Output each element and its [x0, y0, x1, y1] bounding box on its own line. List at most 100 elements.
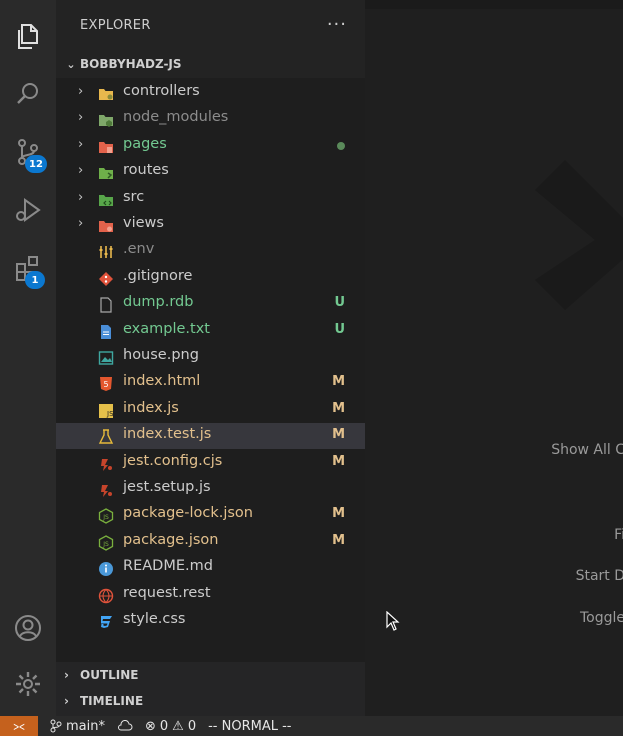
- chevron-right-icon: ›: [78, 163, 84, 179]
- remote-indicator[interactable]: ⪥: [0, 716, 38, 736]
- tree-item-label: controllers: [123, 83, 200, 99]
- git-status-badge: U: [334, 321, 345, 337]
- tree-file-item[interactable]: request.rest: [56, 582, 365, 608]
- tree-item-label: jest.config.cjs: [123, 452, 223, 469]
- gear-icon: [16, 672, 40, 696]
- editor-top-strip: [365, 0, 623, 9]
- activity-run-debug[interactable]: [0, 182, 56, 238]
- file-type-icon: [98, 456, 114, 472]
- hint-find-file: Fi: [614, 527, 623, 543]
- file-type-icon: JS: [98, 508, 114, 525]
- tree-item-label: example.txt: [123, 320, 210, 337]
- tree-item-label: index.test.js: [123, 426, 212, 443]
- tree-file-item[interactable]: JS package-lock.json M: [56, 502, 365, 528]
- tree-file-item[interactable]: 5 index.html M: [56, 370, 365, 396]
- chevron-right-icon: ›: [78, 84, 84, 99]
- extensions-badge: 1: [25, 271, 45, 289]
- file-type-icon: [98, 429, 114, 445]
- branch-icon: [50, 719, 62, 733]
- tree-folder-item[interactable]: › views: [56, 212, 365, 238]
- hint-show-all-commands: Show All C: [551, 442, 623, 458]
- workspace-folder-header[interactable]: ⌄ BOBBYHADZ-JS: [56, 50, 365, 78]
- chevron-right-icon: ›: [78, 216, 84, 231]
- git-status-badge: U: [334, 295, 345, 311]
- file-type-icon: [98, 244, 114, 260]
- git-status-badge: M: [332, 506, 345, 522]
- branch-name: main*: [66, 718, 105, 734]
- git-status-badge: M: [332, 453, 345, 469]
- tree-item-label: routes: [123, 162, 169, 179]
- cloud-sync-icon: [118, 720, 133, 731]
- file-type-icon: [98, 324, 114, 340]
- more-actions-icon[interactable]: ···: [327, 14, 347, 35]
- tree-file-item[interactable]: style.css: [56, 608, 365, 634]
- editor-area: Show All C Fi Start D Toggle: [365, 0, 623, 716]
- file-type-icon: JS: [98, 403, 114, 419]
- tree-item-label: node_modules: [123, 109, 229, 126]
- tree-item-label: package.json: [123, 531, 219, 548]
- tree-file-item[interactable]: JS package.json M: [56, 529, 365, 555]
- tree-item-label: index.html: [123, 373, 201, 390]
- timeline-panel-header[interactable]: › TIMELINE: [56, 688, 365, 714]
- tree-file-item[interactable]: .gitignore: [56, 265, 365, 291]
- folder-icon: [98, 165, 114, 181]
- tree-file-item[interactable]: JS index.js M: [56, 397, 365, 423]
- file-type-icon: [98, 297, 114, 313]
- activity-explorer[interactable]: [0, 8, 56, 64]
- activity-manage[interactable]: [0, 656, 56, 712]
- remote-icon: ⪥: [13, 718, 25, 734]
- activity-search[interactable]: [0, 66, 56, 122]
- tree-folder-item[interactable]: › node_modules: [56, 106, 365, 132]
- tree-item-label: dump.rdb: [123, 294, 194, 311]
- tree-folder-item[interactable]: › routes: [56, 159, 365, 185]
- warning-icon: ⚠: [172, 718, 184, 734]
- tree-file-item[interactable]: README.md: [56, 555, 365, 581]
- file-type-icon: [98, 614, 114, 630]
- tree-folder-item[interactable]: › controllers: [56, 80, 365, 106]
- tree-item-label: jest.setup.js: [123, 479, 211, 495]
- chevron-right-icon: ›: [64, 694, 69, 708]
- svg-text:5: 5: [103, 380, 108, 389]
- tree-item-label: house.png: [123, 347, 199, 363]
- svg-text:JS: JS: [106, 410, 114, 418]
- git-status-badge: M: [332, 532, 345, 548]
- file-tree: ⌄ BOBBYHADZ-JS › controllers › node_modules…: [56, 50, 365, 662]
- chevron-right-icon: ›: [78, 189, 84, 205]
- tree-item-label: src: [123, 188, 145, 205]
- tree-file-item[interactable]: dump.rdb U: [56, 291, 365, 317]
- activity-source-control[interactable]: 12: [0, 124, 56, 180]
- tree-item-label: pages: [123, 135, 167, 152]
- tree-file-item[interactable]: .env: [56, 238, 365, 264]
- file-type-icon: JS: [98, 535, 114, 551]
- outline-label: OUTLINE: [80, 668, 139, 682]
- tree-file-item[interactable]: house.png: [56, 344, 365, 370]
- files-icon: [18, 24, 38, 49]
- tree-file-item[interactable]: index.test.js M: [56, 423, 365, 450]
- vim-mode-label: -- NORMAL --: [208, 718, 292, 734]
- warning-count: 0: [187, 718, 197, 734]
- branch-indicator[interactable]: main*: [50, 719, 105, 734]
- activity-bar: 12 1: [0, 0, 56, 716]
- tree-item-label: style.css: [123, 611, 186, 627]
- tree-item-label: .env: [123, 241, 155, 258]
- tree-item-label: request.rest: [123, 584, 211, 601]
- explorer-sidebar: EXPLORER ··· ⌄ BOBBYHADZ-JS › controllers…: [56, 0, 365, 716]
- activity-accounts[interactable]: [0, 600, 56, 656]
- tree-file-item[interactable]: example.txt U: [56, 318, 365, 344]
- tree-file-item[interactable]: jest.config.cjs M: [56, 450, 365, 476]
- tree-folder-item[interactable]: › src: [56, 186, 365, 212]
- tree-file-item[interactable]: jest.setup.js: [56, 476, 365, 502]
- sync-button[interactable]: [117, 720, 133, 732]
- folder-icon: [98, 218, 114, 234]
- mouse-cursor-icon: [386, 611, 400, 631]
- activity-extensions[interactable]: 1: [0, 240, 56, 296]
- svg-text:JS: JS: [102, 541, 109, 548]
- problems-indicator[interactable]: ⊗ 0 ⚠ 0: [145, 719, 196, 734]
- file-type-icon: [98, 561, 114, 577]
- tree-folder-item[interactable]: › pages: [56, 133, 365, 159]
- tree-item-label: index.js: [123, 399, 179, 416]
- hint-start-debugging: Start D: [575, 568, 623, 584]
- outline-panel-header[interactable]: › OUTLINE: [56, 662, 365, 688]
- svg-text:JS: JS: [102, 514, 109, 521]
- vscode-watermark-icon: [535, 160, 623, 310]
